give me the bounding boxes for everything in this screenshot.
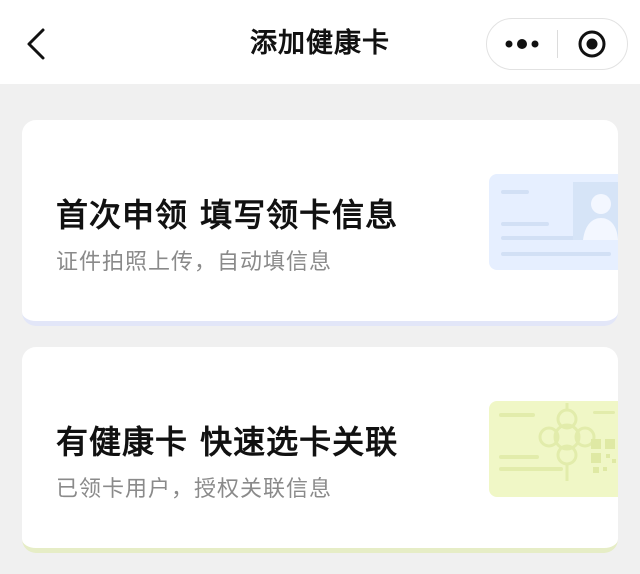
navigation-bar: 添加健康卡 (0, 0, 640, 84)
close-button[interactable] (558, 19, 628, 69)
mini-program-capsule (486, 18, 628, 70)
card-title: 有健康卡 快速选卡关联 (56, 423, 399, 461)
card-subtitle: 已领卡用户，授权关联信息 (56, 477, 333, 502)
card-subtitle: 证件拍照上传，自动填信息 (56, 250, 333, 275)
card-title: 首次申领 填写领卡信息 (56, 196, 399, 234)
record-close-icon (578, 30, 606, 58)
more-button[interactable] (487, 19, 557, 69)
more-dots-icon (505, 39, 539, 49)
first-apply-card[interactable]: 首次申领 填写领卡信息 证件拍照上传，自动填信息 (22, 120, 618, 326)
link-existing-card[interactable]: 有健康卡 快速选卡关联 已领卡用户，授权关联信息 (22, 347, 618, 553)
id-card-icon (489, 174, 618, 270)
health-card-icon (489, 401, 618, 497)
